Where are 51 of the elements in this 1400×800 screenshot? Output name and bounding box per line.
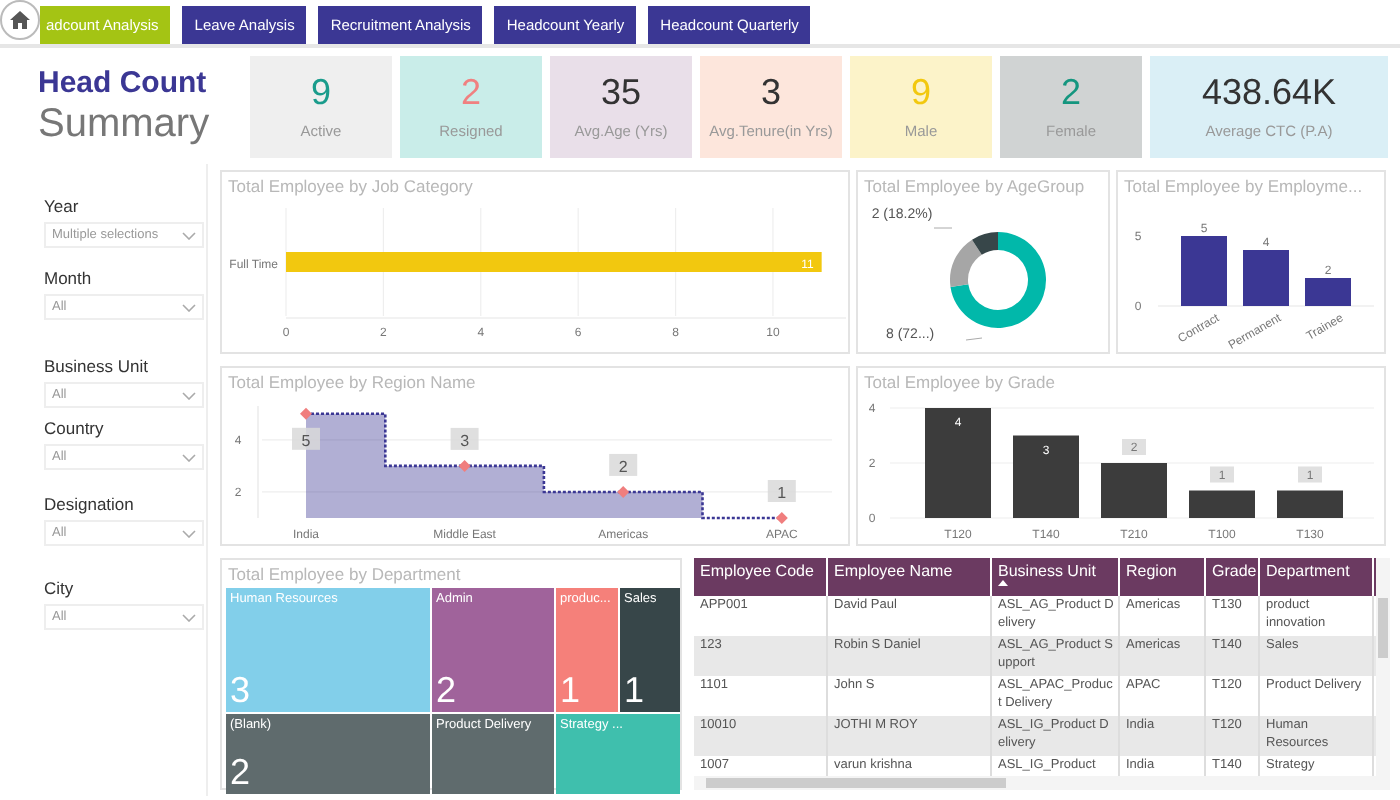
data-point-marker: [775, 512, 788, 524]
kpi-value: 9: [310, 72, 331, 114]
leader-line: [965, 337, 983, 341]
chevron-down-icon: [182, 231, 196, 239]
chevron-down-icon: [182, 453, 196, 461]
kpi-value: 438.64K: [1201, 72, 1337, 114]
filter-label: Month: [44, 268, 94, 288]
chart-title: Total Employee by Region Name: [226, 370, 478, 396]
column-header[interactable]: Employee Name: [828, 558, 992, 596]
chart-title: Total Employee by Job Category: [226, 174, 475, 200]
sort-ascending-icon: [998, 580, 1008, 586]
data-label: 5: [301, 431, 312, 450]
kpi-value: 9: [910, 72, 931, 114]
filter-label: Country: [44, 418, 106, 438]
filter-label: Year: [44, 196, 81, 216]
chart-title: Total Employee by Department: [226, 562, 463, 588]
chevron-down-icon: [182, 613, 196, 621]
chart-title: Total Employee by Employme...: [1122, 174, 1365, 200]
filter-label: Business Unit: [44, 356, 150, 376]
value-label: 5: [292, 427, 320, 450]
chevron-down-icon: [182, 303, 196, 311]
filter-label: City: [44, 578, 76, 598]
column-header[interactable]: Department: [1260, 558, 1374, 596]
value-label: 1: [767, 480, 796, 502]
chevron-down-icon: [182, 529, 196, 537]
page-title: Head Count: [38, 65, 209, 99]
kpi-value: 2: [460, 72, 481, 114]
chart-title: Total Employee by AgeGroup: [862, 174, 1087, 200]
leader-line: [933, 227, 953, 229]
column-header[interactable]: Employee Code: [694, 558, 828, 596]
page-subtitle: Summary: [38, 101, 212, 147]
data-point-marker: [300, 407, 312, 420]
data-label: 1: [777, 484, 788, 502]
filter-label: Designation: [44, 494, 136, 514]
data-label: 3: [460, 431, 471, 450]
data-label: 2: [618, 457, 629, 476]
value-label: 2: [609, 453, 638, 476]
column-header[interactable]: Business Unit: [992, 558, 1120, 596]
column-header[interactable]: Grade: [1206, 558, 1260, 596]
kpi-value: 3: [760, 72, 781, 114]
chart-title: Total Employee by Grade: [862, 370, 1057, 396]
column-header[interactable]: Region: [1120, 558, 1206, 596]
value-label: 3: [450, 427, 479, 450]
chevron-down-icon: [182, 391, 196, 399]
horizontal-scrollbar[interactable]: [694, 776, 1390, 790]
kpi-value: 35: [600, 72, 642, 114]
data-point-marker: [458, 459, 471, 472]
home-icon[interactable]: [0, 0, 40, 40]
data-point-marker: [617, 485, 630, 498]
kpi-value: 2: [1060, 72, 1081, 114]
vertical-scrollbar[interactable]: [1376, 558, 1390, 776]
